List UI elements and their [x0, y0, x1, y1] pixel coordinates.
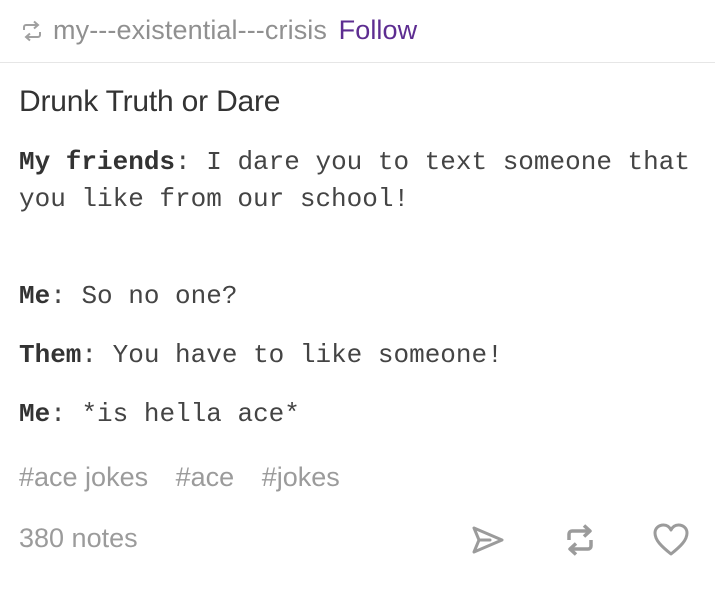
reblog-icon[interactable] [560, 520, 600, 560]
dialogue-speaker: Me [19, 281, 51, 311]
post-tags: #ace jokes #ace #jokes [19, 462, 360, 493]
dialogue-text: You have to like someone! [112, 340, 503, 370]
dialogue-text: So no one? [81, 281, 238, 311]
tag-link[interactable]: #ace jokes [19, 462, 148, 492]
tumblr-post: my---existential---crisis Follow Drunk T… [0, 0, 715, 592]
dialogue-line: Me: *is hella ace* [19, 399, 300, 429]
source-blog-link[interactable]: my---existential---crisis [53, 15, 327, 45]
dialogue-line: My friends: I dare you to text someone t… [19, 147, 690, 214]
post-title: Drunk Truth or Dare [19, 85, 281, 118]
reblog-icon [23, 20, 41, 42]
tag-link[interactable]: #jokes [262, 462, 340, 492]
heart-icon[interactable] [651, 520, 691, 560]
notes-count[interactable]: 380 notes [19, 523, 138, 554]
reblog-source: my---existential---crisis Follow [53, 15, 417, 46]
dialogue-line: Me: So no one? [19, 281, 238, 311]
dialogue-text: *is hella ace* [81, 399, 300, 429]
dialogue-line: Them: You have to like someone! [19, 340, 503, 370]
tag-link[interactable]: #ace [176, 462, 235, 492]
follow-button[interactable]: Follow [339, 15, 418, 45]
dialogue-speaker: Them [19, 340, 82, 370]
dialogue-speaker: My friends [19, 147, 176, 177]
dialogue-speaker: Me [19, 399, 51, 429]
post-header: my---existential---crisis Follow [0, 0, 715, 63]
paper-plane-icon[interactable] [468, 520, 508, 560]
